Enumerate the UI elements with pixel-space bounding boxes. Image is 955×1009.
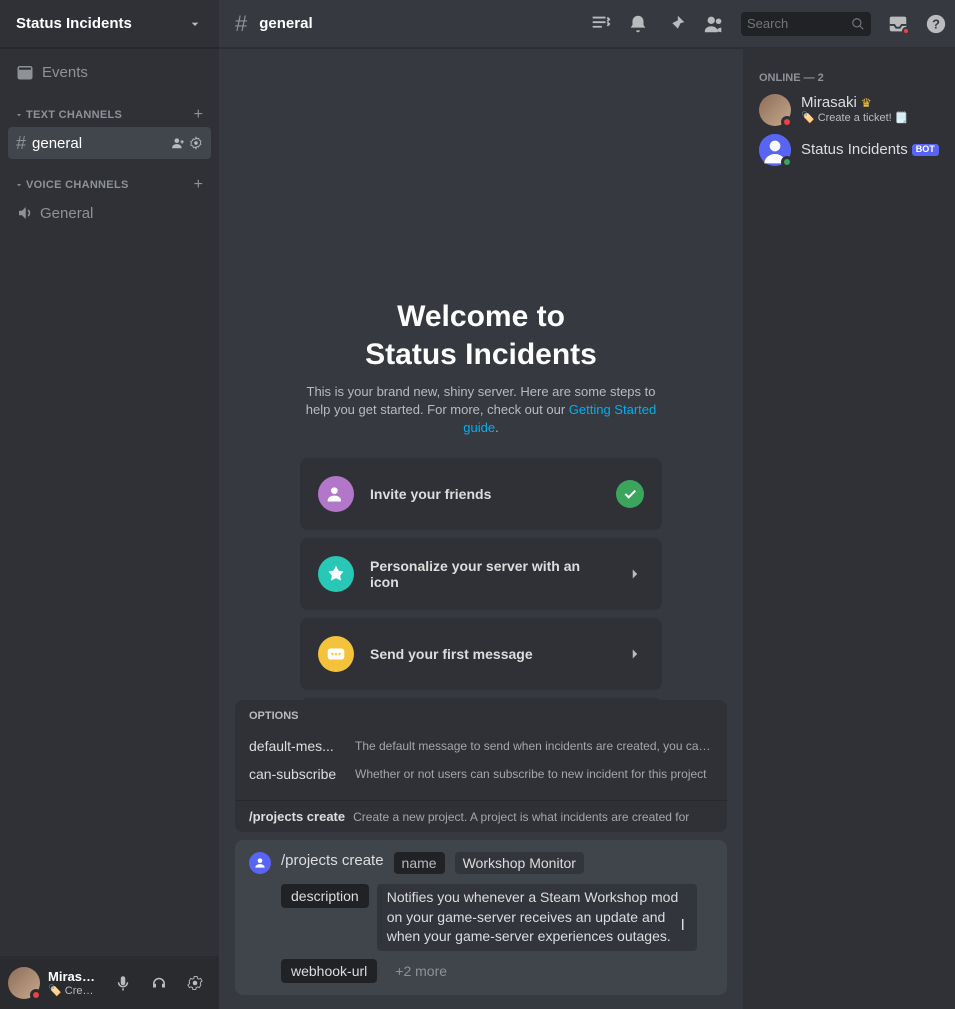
command-synopsis: Create a new project. A project is what … <box>353 810 689 824</box>
check-icon <box>616 480 644 508</box>
members-header: ONLINE — 2 <box>751 64 947 90</box>
member-mirasaki[interactable]: Mirasaki ♛ 🏷️ Create a ticket! 🗒️ <box>751 90 947 130</box>
chat-area: Welcome to Status Incidents This is your… <box>219 48 743 1009</box>
bot-avatar-icon <box>249 852 271 874</box>
member-name: Mirasaki ♛ <box>801 95 908 112</box>
calendar-icon <box>16 63 34 81</box>
chevron-down-icon <box>187 16 203 32</box>
invite-icon <box>318 476 354 512</box>
channel-topbar: # general ? <box>219 0 955 48</box>
param-name: name <box>394 852 445 874</box>
settings-button[interactable] <box>179 967 211 999</box>
channel-title: general <box>259 15 577 32</box>
search-icon <box>851 17 865 31</box>
events-label: Events <box>42 64 88 81</box>
param-description: description <box>281 884 369 908</box>
card-label: Send your first message <box>370 646 610 662</box>
status-online-icon <box>781 156 793 168</box>
welcome-title: Welcome to Status Incidents <box>365 298 597 373</box>
server-header[interactable]: Status Incidents <box>0 0 219 48</box>
user-status: 🏷️ Create a ... <box>48 984 99 997</box>
notification-dot-icon <box>902 27 910 35</box>
voice-channel-general[interactable]: General <box>8 197 211 229</box>
option-can-subscribe[interactable]: can-subscribe Whether or not users can s… <box>249 760 713 788</box>
param-name-value: Workshop Monitor <box>455 852 584 874</box>
voice-channels-category[interactable]: VOICE CHANNELS + <box>0 160 219 196</box>
options-title: OPTIONS <box>249 710 713 722</box>
category-label: TEXT CHANNELS <box>26 109 122 121</box>
chevron-right-icon <box>626 565 644 583</box>
option-desc: Whether or not users can subscribe to ne… <box>355 767 713 781</box>
status-dnd-icon <box>781 116 793 128</box>
threads-icon[interactable] <box>589 13 611 35</box>
command-overlay: OPTIONS default-mes... The default messa… <box>235 700 727 995</box>
add-channel-button[interactable]: + <box>194 176 211 194</box>
chevron-right-icon <box>626 645 644 663</box>
text-cursor-icon: I <box>681 917 685 935</box>
more-params[interactable]: +2 more <box>385 959 457 983</box>
option-name: can-subscribe <box>249 766 341 782</box>
options-popup: OPTIONS default-mes... The default messa… <box>235 700 727 800</box>
channel-sidebar: Status Incidents Events TEXT CHANNELS + … <box>0 0 219 1009</box>
members-sidebar: ONLINE — 2 Mirasaki ♛ 🏷️ Create a ticket… <box>743 48 955 1009</box>
param-webhook-url: webhook-url <box>281 959 377 983</box>
invite-friends-card[interactable]: Invite your friends <box>300 458 662 530</box>
option-desc: The default message to send when inciden… <box>355 739 713 753</box>
command-strip[interactable]: /projects create Create a new project. A… <box>235 800 727 832</box>
image-icon <box>318 556 354 592</box>
message-icon <box>318 636 354 672</box>
pinned-icon[interactable] <box>665 13 687 35</box>
category-label: VOICE CHANNELS <box>26 179 129 191</box>
bot-badge: BOT <box>912 144 939 156</box>
param-description-value: Notifies you whenever a Steam Workshop m… <box>377 884 697 951</box>
chevron-down-icon <box>14 110 24 120</box>
main-content: # general ? Welcome to Status Incidents <box>219 0 955 1009</box>
user-info[interactable]: Mirasaki 🏷️ Create a ... <box>48 969 99 997</box>
inbox-icon[interactable] <box>887 13 909 35</box>
speaker-icon <box>16 204 34 222</box>
channel-name: general <box>32 135 165 152</box>
member-name: Status Incidents BOT <box>801 142 939 159</box>
user-panel: Mirasaki 🏷️ Create a ... <box>0 956 219 1009</box>
invite-icon[interactable] <box>171 136 185 150</box>
command-text: /projects create <box>281 852 384 869</box>
user-avatar[interactable] <box>8 967 40 999</box>
member-status-incidents[interactable]: Status Incidents BOT <box>751 130 947 170</box>
avatar <box>759 134 791 166</box>
notifications-icon[interactable] <box>627 13 649 35</box>
help-icon[interactable]: ? <box>925 13 947 35</box>
crown-icon: ♛ <box>861 97 872 110</box>
avatar <box>759 94 791 126</box>
card-label: Invite your friends <box>370 486 600 502</box>
card-label: Personalize your server with an icon <box>370 558 610 590</box>
option-name: default-mes... <box>249 738 341 754</box>
text-channels-category[interactable]: TEXT CHANNELS + <box>0 90 219 126</box>
chevron-down-icon <box>14 180 24 190</box>
svg-text:?: ? <box>932 16 940 31</box>
search-input[interactable] <box>747 16 847 31</box>
status-dnd-icon <box>30 989 42 1001</box>
command-name: /projects create <box>249 809 345 824</box>
add-channel-button[interactable]: + <box>194 106 211 124</box>
hash-icon: # <box>16 133 26 154</box>
gear-icon[interactable] <box>189 136 203 150</box>
server-name: Status Incidents <box>16 15 132 32</box>
send-message-card[interactable]: Send your first message <box>300 618 662 690</box>
user-name: Mirasaki <box>48 969 99 984</box>
events-button[interactable]: Events <box>8 56 211 88</box>
search-box[interactable] <box>741 12 871 36</box>
text-channel-general[interactable]: # general <box>8 127 211 159</box>
deafen-button[interactable] <box>143 967 175 999</box>
welcome-description: This is your brand new, shiny server. He… <box>301 383 661 438</box>
hash-icon: # <box>235 11 247 37</box>
channel-name: General <box>40 205 93 222</box>
option-default-message[interactable]: default-mes... The default message to se… <box>249 732 713 760</box>
mute-button[interactable] <box>107 967 139 999</box>
message-input[interactable]: /projects create name Workshop Monitor d… <box>235 840 727 995</box>
members-icon[interactable] <box>703 13 725 35</box>
personalize-card[interactable]: Personalize your server with an icon <box>300 538 662 610</box>
member-status: 🏷️ Create a ticket! 🗒️ <box>801 112 908 125</box>
